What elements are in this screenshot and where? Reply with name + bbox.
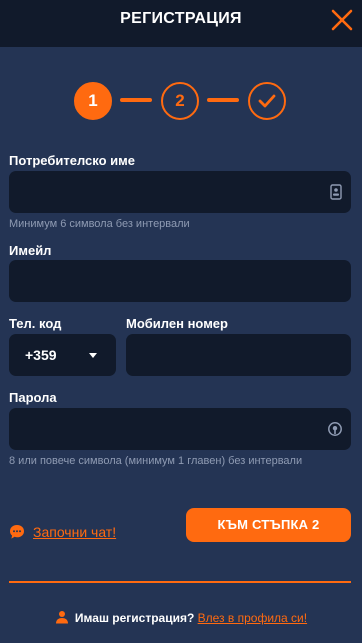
eye-icon[interactable] [327, 421, 343, 437]
divider [9, 581, 351, 583]
step-1: 1 [74, 82, 112, 120]
mobile-field[interactable] [126, 334, 351, 376]
step-3 [248, 82, 286, 120]
password-field[interactable] [9, 408, 351, 450]
login-question: Имаш регистрация? [74, 611, 195, 625]
check-icon [258, 94, 276, 108]
chat-icon [10, 525, 24, 539]
step-connector [120, 98, 152, 102]
username-field[interactable] [9, 171, 351, 213]
login-link[interactable]: Влез в профила си! [198, 611, 307, 625]
next-step-button[interactable]: КЪМ СТЪПКА 2 [186, 508, 351, 542]
phone-code-select[interactable]: +359 [9, 334, 116, 376]
step-connector [207, 98, 239, 102]
footer-login: Имаш регистрация? Влез в профила си! [0, 610, 362, 625]
chat-label: Започни чат! [33, 524, 117, 540]
password-hint: 8 или повече символа (минимум 1 главен) … [9, 455, 303, 467]
step-2: 2 [161, 82, 199, 120]
phone-code-label: Тел. код [9, 316, 62, 331]
password-label: Парола [9, 390, 57, 405]
step-indicator: 1 2 [72, 80, 292, 122]
username-label: Потребителско име [9, 153, 135, 168]
username-hint: Минимум 6 символа без интервали [9, 218, 190, 230]
close-icon[interactable] [328, 6, 356, 34]
chevron-down-icon [89, 353, 97, 358]
header-bar: РЕГИСТРАЦИЯ [0, 0, 362, 47]
user-icon [55, 611, 68, 624]
phone-code-value: +359 [25, 347, 57, 363]
page-title: РЕГИСТРАЦИЯ [120, 10, 242, 27]
id-card-icon [330, 184, 342, 200]
email-field[interactable] [9, 260, 351, 302]
email-label: Имейл [9, 243, 52, 258]
mobile-label: Мобилен номер [126, 316, 228, 331]
